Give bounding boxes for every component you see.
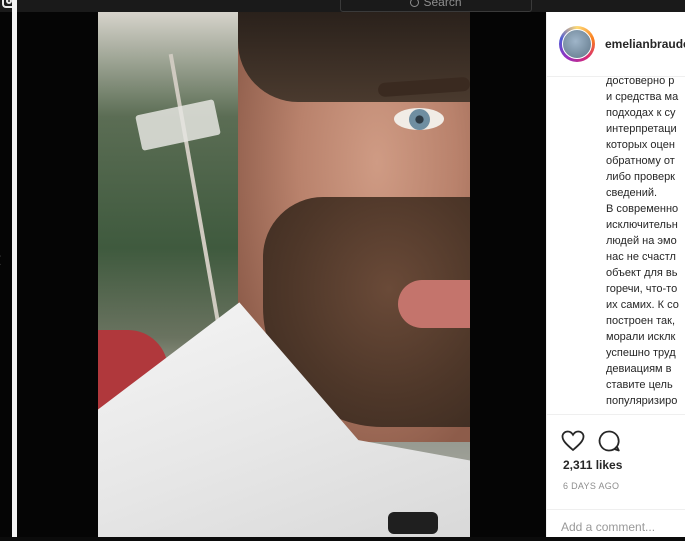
photo-lips [398,280,470,328]
caption-line: горечи, что-то [606,283,678,295]
modal-backdrop-right [470,12,546,537]
caption-text: достоверно р и средства ма подходах к су… [547,76,685,414]
caption-line: которых оцен [606,139,675,151]
add-comment-field[interactable]: Add a comment... [547,509,685,541]
caption-line: их самих. К со [606,299,679,311]
heart-icon[interactable] [561,429,585,453]
page-edge [12,0,17,537]
chevron-left-icon[interactable]: ‹ [0,248,1,270]
avatar-story-ring[interactable] [559,26,595,62]
caption-line: и средства ма [606,91,679,103]
caption-line: успешно труд [606,347,676,359]
top-navigation-bar: Search [0,0,685,12]
avatar[interactable] [562,29,592,59]
caption-line: популяризиро [606,395,678,407]
caption-line: либо проверк [606,171,675,183]
search-icon [410,0,420,8]
caption-line: исключительн [606,219,678,231]
caption-line: В современно [606,203,679,215]
caption-line: обратному от [606,155,675,167]
caption-line: морали исклк [606,331,676,343]
post-photo[interactable] [98,12,470,537]
post-side-panel: emelianbraude достоверно р и средства ма… [546,12,685,537]
post-timestamp[interactable]: 6 DAYS AGO [563,481,619,491]
post-header: emelianbraude [547,12,685,77]
caption-line: людей на эмо [606,235,677,247]
add-comment-placeholder: Add a comment... [561,520,656,534]
caption-line: объект для вь [606,267,678,279]
photo-iris [409,109,430,130]
caption-line: интерпретаци [606,123,677,135]
likes-count[interactable]: 2,311 likes [563,458,622,472]
caption-line: ставите цель [606,379,673,391]
username-link[interactable]: emelianbraude [605,37,685,51]
caption-line: сведений. [606,187,658,199]
caption-line: подходах к су [606,107,676,119]
caption-line: девиациям в [606,363,672,375]
comment-icon[interactable] [597,429,621,453]
photo-sunglasses [388,512,438,534]
caption-line: достоверно р [606,76,675,87]
post-actions: 2,311 likes 6 DAYS AGO Add a comment... [547,414,685,540]
search-box[interactable]: Search [340,0,532,12]
caption-line: нас не счастл [606,251,676,263]
search-placeholder: Search [423,0,462,9]
caption-line: построен так, [606,315,675,327]
